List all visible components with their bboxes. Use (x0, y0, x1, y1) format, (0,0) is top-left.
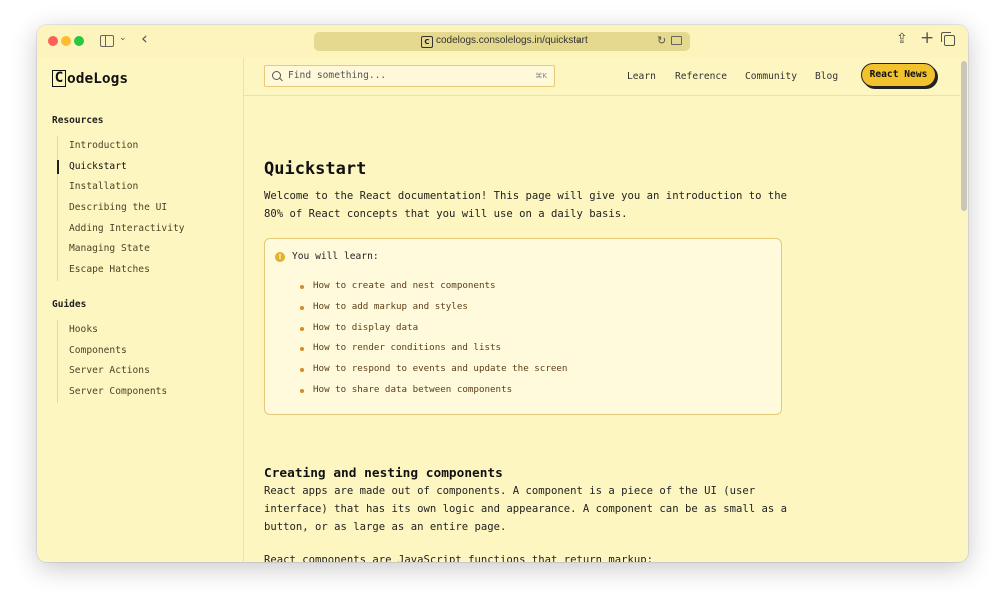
fullscreen-window-button[interactable] (74, 36, 84, 46)
sidebar: CodeLogs Resources Introduction Quicksta… (37, 58, 244, 562)
nav-link-reference[interactable]: Reference (675, 71, 727, 82)
list-item: How to add markup and styles (300, 297, 567, 318)
section-heading: Creating and nesting components (264, 466, 503, 481)
back-arrow-icon[interactable]: ‹ (141, 29, 148, 49)
search-input[interactable]: Find something... ⌘K (264, 65, 555, 87)
browser-window: ⌄ ‹ C codelogs.consolelogs.in/quickstart… (37, 25, 968, 562)
intro-line-2: 80% of React concepts that you will use … (264, 208, 628, 220)
sidebar-item-hooks[interactable]: Hooks (58, 320, 167, 341)
sidebar-item-components[interactable]: Components (58, 341, 167, 362)
site-favicon-icon: C (421, 36, 433, 48)
lock-icon: 🔒︎ (576, 35, 581, 45)
logo-text: odeLogs (67, 70, 129, 87)
learn-list: How to create and nest components How to… (300, 276, 567, 401)
section-line-3: button, or as large as an entire page. (264, 521, 507, 533)
new-tab-icon[interactable]: + (920, 28, 934, 48)
browser-titlebar: ⌄ ‹ C codelogs.consolelogs.in/quickstart… (37, 25, 968, 58)
section-paragraph-2: React components are JavaScript function… (264, 554, 654, 562)
page-title: Quickstart (264, 159, 367, 179)
sidebar-item-adding-interactivity[interactable]: Adding Interactivity (58, 219, 185, 240)
list-item: How to render conditions and lists (300, 338, 567, 359)
sidebar-item-quickstart[interactable]: Quickstart (57, 157, 185, 178)
page-scrollbar[interactable] (960, 58, 968, 562)
sidebar-item-managing-state[interactable]: Managing State (58, 239, 185, 260)
close-window-button[interactable] (48, 36, 58, 46)
top-navigation: Find something... ⌘K Learn Reference Com… (244, 58, 960, 96)
list-item: How to respond to events and update the … (300, 359, 567, 380)
address-bar-url[interactable]: codelogs.consolelogs.in/quickstart (436, 35, 588, 46)
sidebar-item-server-components[interactable]: Server Components (58, 382, 167, 403)
share-icon[interactable]: ⇪ (896, 31, 908, 47)
search-shortcut: ⌘K (535, 72, 547, 80)
minimize-window-button[interactable] (61, 36, 71, 46)
intro-line-1: Welcome to the React documentation! This… (264, 190, 787, 202)
sidebar-section-guides: Guides (52, 299, 87, 310)
scrollbar-thumb[interactable] (961, 61, 967, 211)
sidebar-toggle-icon[interactable] (100, 35, 114, 47)
section-line-1: React apps are made out of components. A… (264, 485, 756, 497)
address-bar[interactable]: C codelogs.consolelogs.in/quickstart 🔒︎ … (314, 32, 690, 51)
list-item: How to create and nest components (300, 276, 567, 297)
sidebar-item-installation[interactable]: Installation (58, 177, 185, 198)
info-icon: ! (275, 252, 285, 262)
sidebar-section-resources: Resources (52, 115, 104, 126)
nav-link-blog[interactable]: Blog (815, 71, 838, 82)
sidebar-guides-list: Hooks Components Server Actions Server C… (57, 320, 167, 403)
reload-icon[interactable]: ↻ (657, 34, 666, 47)
tab-overview-icon[interactable] (941, 32, 955, 46)
callout-title: You will learn: (292, 251, 379, 262)
sidebar-item-server-actions[interactable]: Server Actions (58, 361, 167, 382)
nav-link-community[interactable]: Community (745, 71, 797, 82)
learn-callout: ! You will learn: How to create and nest… (264, 238, 782, 415)
search-icon (272, 71, 281, 80)
nav-link-learn[interactable]: Learn (627, 71, 656, 82)
web-page: CodeLogs Resources Introduction Quicksta… (37, 58, 968, 562)
sidebar-item-escape-hatches[interactable]: Escape Hatches (58, 260, 185, 281)
sidebar-item-introduction[interactable]: Introduction (58, 136, 185, 157)
site-logo[interactable]: CodeLogs (52, 70, 128, 87)
section-line-2: interface) that has its own logic and ap… (264, 503, 787, 515)
react-news-button[interactable]: React News (861, 63, 936, 87)
list-item: How to share data between components (300, 380, 567, 401)
search-placeholder: Find something... (288, 70, 387, 81)
sidebar-resources-list: Introduction Quickstart Installation Des… (57, 136, 185, 281)
sidebar-item-describing-the-ui[interactable]: Describing the UI (58, 198, 185, 219)
reader-mode-icon[interactable] (671, 36, 682, 45)
chevron-down-icon[interactable]: ⌄ (119, 33, 127, 43)
list-item: How to display data (300, 318, 567, 339)
logo-letter: C (52, 70, 66, 87)
